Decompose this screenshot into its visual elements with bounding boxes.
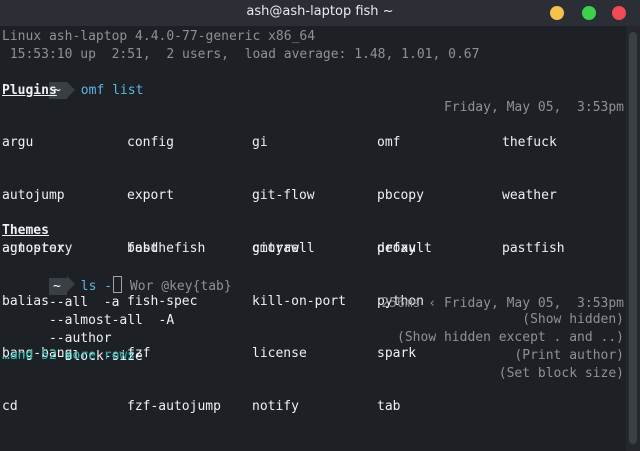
completion-row[interactable]: --almost-all -A (Show hidden except . an… — [2, 294, 624, 346]
theme-item: bobthefish — [127, 241, 206, 256]
plugin-item: fzf-autojump — [127, 399, 221, 415]
completion-row[interactable]: --block-size (Set block size) — [2, 330, 624, 382]
plugin-item: config — [127, 135, 174, 151]
title-bar: ash@ash-laptop fish ~ — [0, 0, 640, 26]
theme-item: default — [377, 241, 432, 256]
minimize-button[interactable] — [550, 6, 564, 20]
plugin-item: autojump — [2, 187, 65, 203]
command-text: omf list — [80, 82, 144, 98]
theme-item: agnoster — [2, 241, 65, 256]
prompt-arrow-icon — [66, 81, 75, 98]
window-title: ash@ash-laptop fish ~ — [246, 4, 394, 19]
completion-description: (Set block size) — [498, 366, 624, 382]
plugin-item: argu — [2, 135, 34, 151]
plugin-item: notify — [252, 399, 299, 415]
plugin-item: pbcopy — [377, 187, 424, 203]
plugin-item: omf — [377, 135, 401, 151]
plugin-item: thefuck — [502, 135, 557, 151]
terminal-output[interactable]: Linux ash-laptop 4.4.0-77-generic x86_64… — [0, 26, 626, 451]
uptime-line: 15:53:10 up 2:51, 2 users, load average:… — [2, 47, 480, 62]
plugins-heading: Plugins — [2, 83, 57, 98]
completion-row[interactable]: --all -a (Show hidden) — [2, 276, 624, 328]
scrollbar[interactable] — [626, 26, 640, 451]
sysinfo-line: Linux ash-laptop 4.4.0-77-generic x86_64 — [2, 29, 316, 44]
more-rows-indicator: …and 52 more rows — [2, 348, 136, 363]
terminal-window: ash@ash-laptop fish ~ Linux ash-laptop 4… — [0, 0, 640, 451]
theme-item: cmorrell — [252, 241, 315, 256]
prompt-line-2[interactable]: ~ ls - Wor @key{tab} 256ms ‹ Friday, May … — [2, 258, 624, 311]
close-button[interactable] — [612, 6, 626, 20]
themes-heading: Themes — [2, 223, 49, 238]
plugin-item: weather — [502, 187, 557, 203]
completion-description: (Print author) — [514, 348, 624, 364]
maximize-button[interactable] — [582, 6, 596, 20]
plugin-item: export — [127, 187, 174, 203]
plugin-item: git-flow — [252, 187, 315, 203]
plugin-item: tab — [377, 399, 401, 415]
completion-row[interactable]: --author (Print author) — [2, 312, 624, 364]
scrollbar-thumb[interactable] — [629, 32, 637, 444]
plugin-item: gi — [252, 135, 268, 151]
theme-item: pastfish — [502, 241, 565, 256]
plugin-item: cd — [2, 399, 18, 415]
prompt-line-1: ~ omf list Friday, May 05, 3:53pm — [2, 64, 624, 115]
plugin-column: thefuck weather — [502, 99, 557, 240]
